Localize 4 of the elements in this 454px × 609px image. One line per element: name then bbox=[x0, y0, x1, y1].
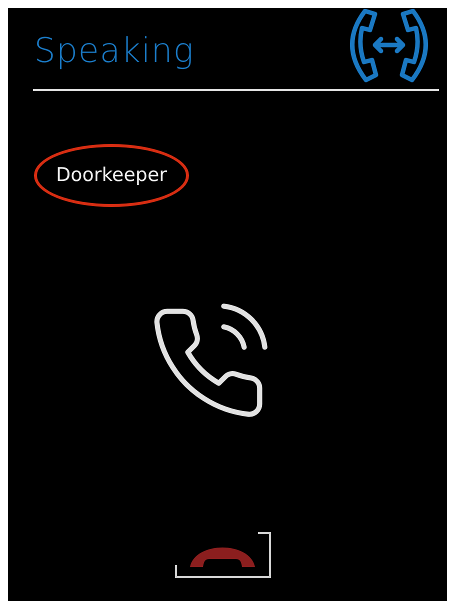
hang-up-icon bbox=[190, 548, 254, 567]
screen-title: Speaking bbox=[34, 30, 194, 73]
hang-up-button[interactable] bbox=[174, 531, 272, 579]
caller-name: Doorkeeper bbox=[34, 144, 189, 206]
